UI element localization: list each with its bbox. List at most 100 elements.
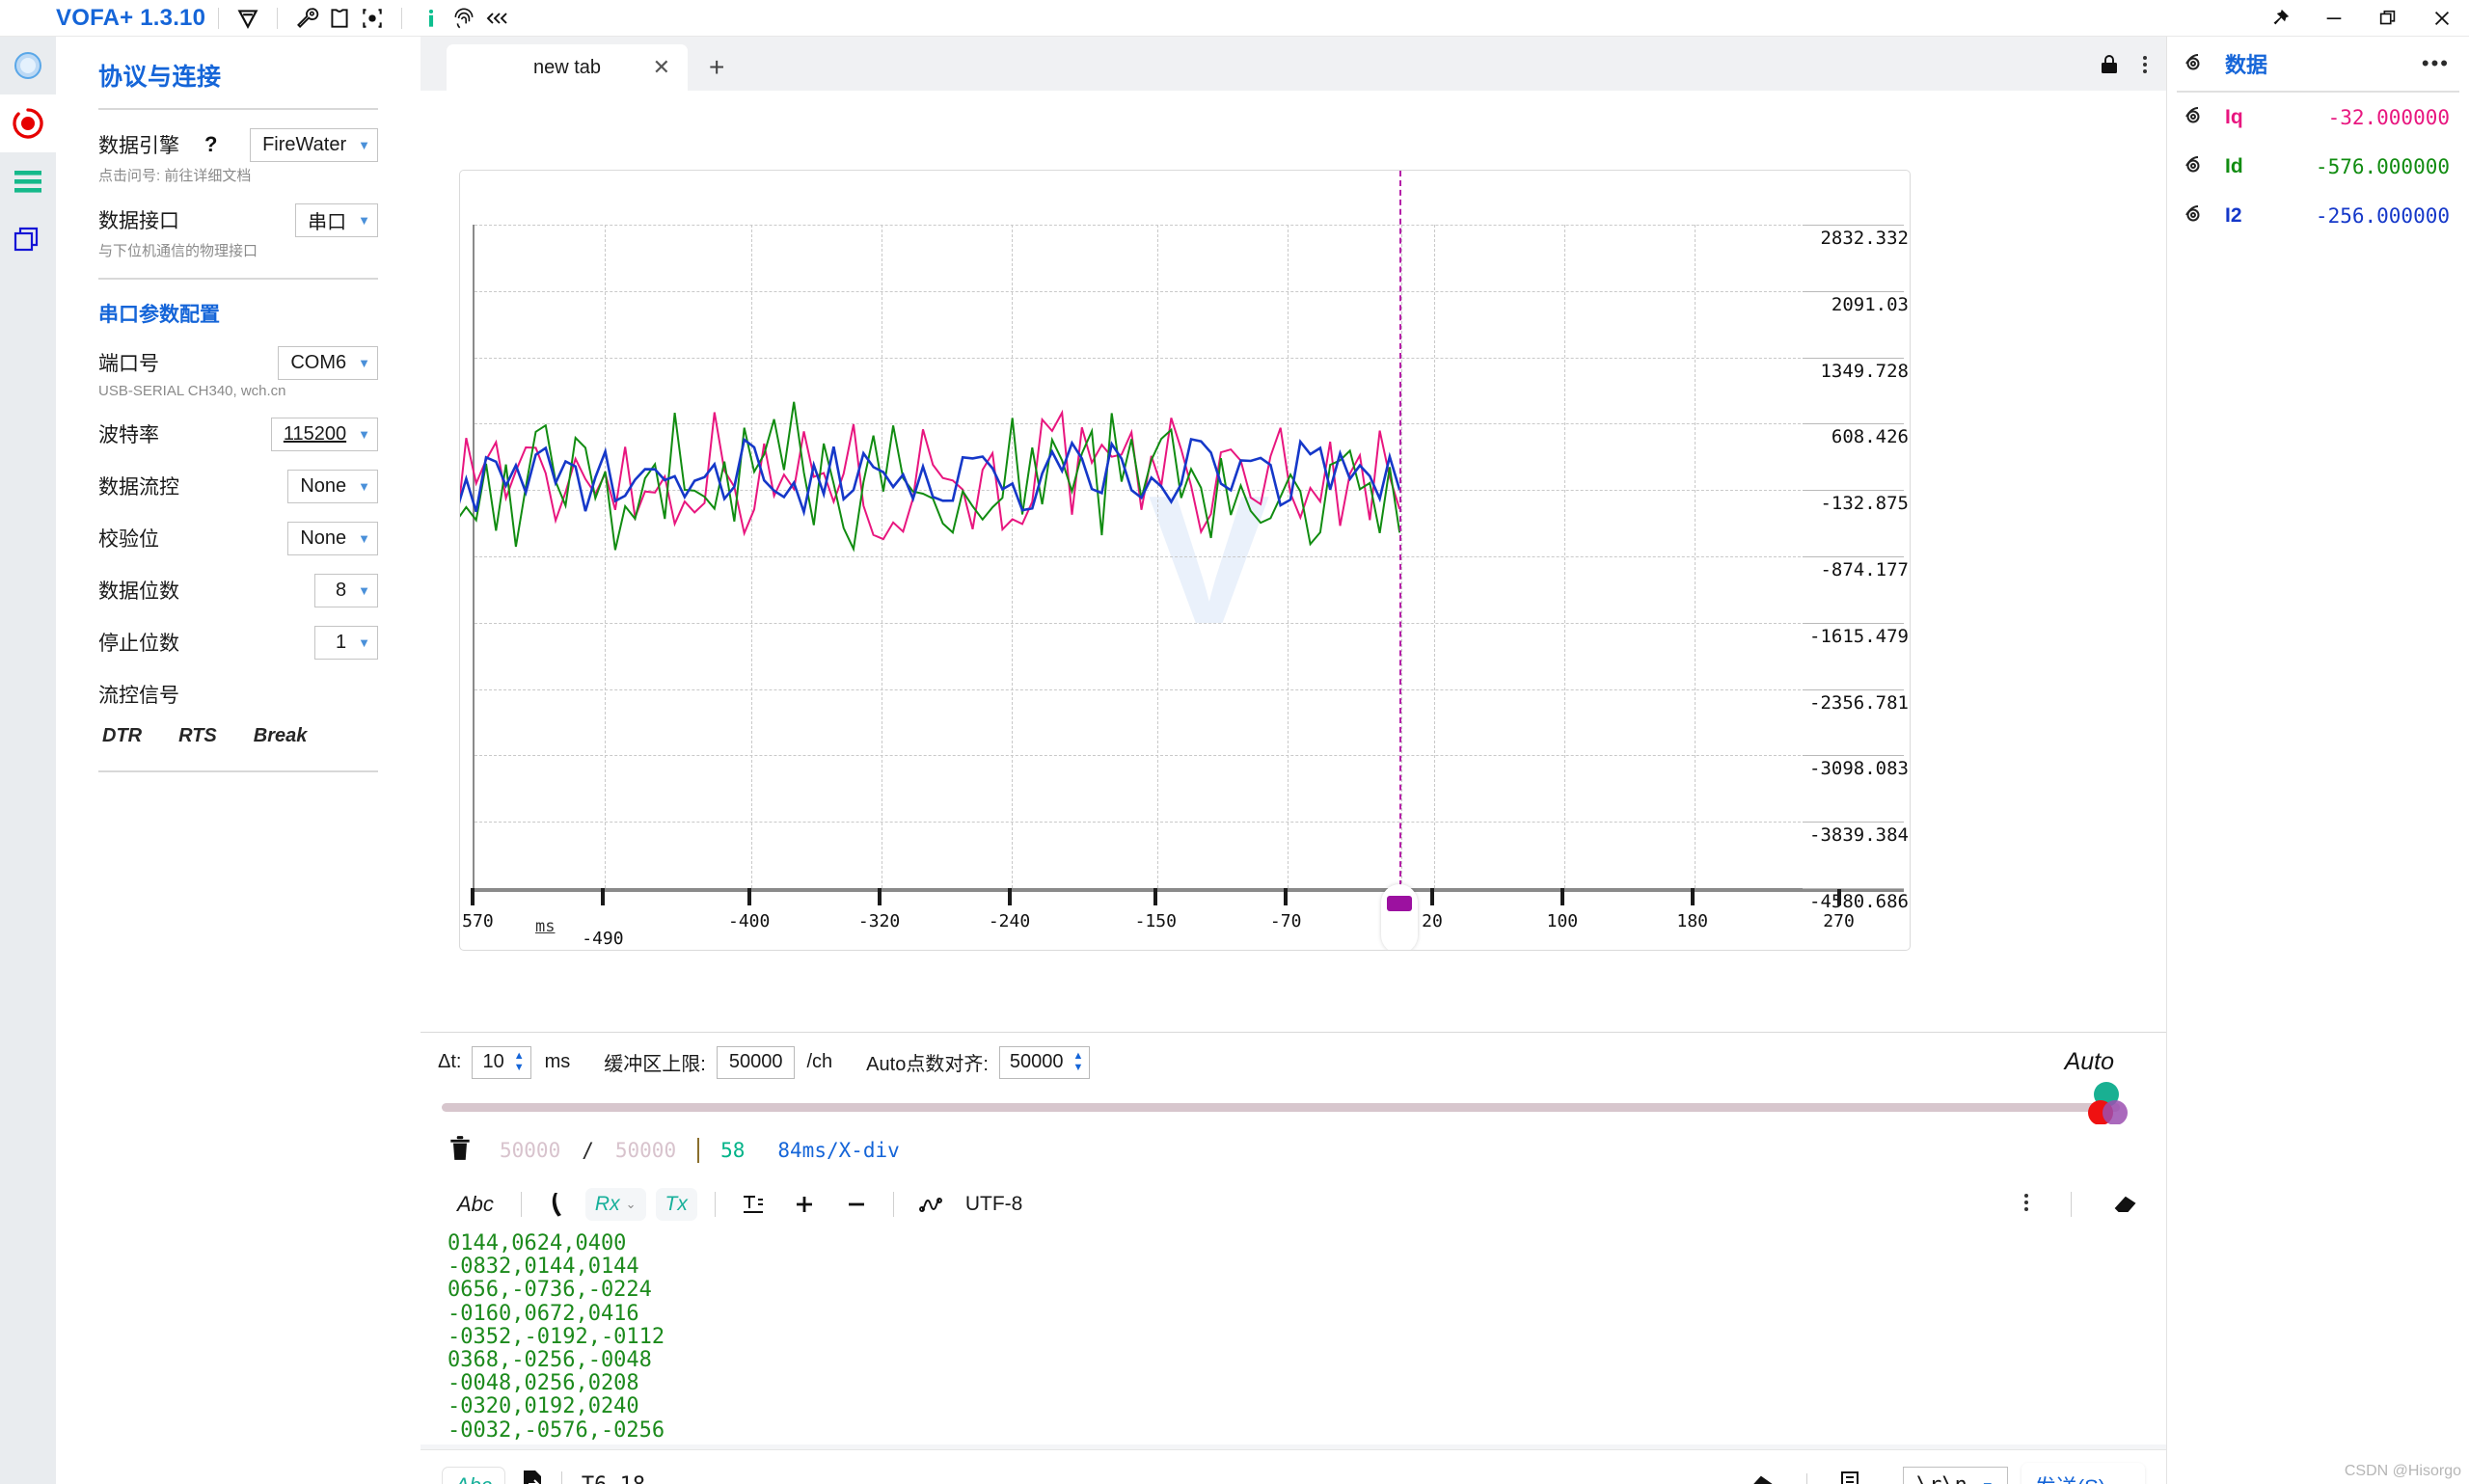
zoom-in-button[interactable] <box>785 1188 824 1221</box>
lock-icon[interactable] <box>2099 53 2120 81</box>
rts-button[interactable]: RTS <box>175 723 221 749</box>
minimize-icon[interactable] <box>2307 0 2361 37</box>
status-led-icon[interactable] <box>0 37 56 94</box>
y-gridline-dashed <box>475 423 1801 425</box>
eraser-icon[interactable] <box>2112 1190 2139 1220</box>
wave-icon[interactable] <box>911 1188 954 1221</box>
divider <box>2071 1192 2072 1217</box>
y-tick-label: -132.875 <box>1820 493 1909 515</box>
more-horizontal-icon[interactable]: ••• <box>2422 51 2450 76</box>
eraser-icon[interactable] <box>1747 1470 1776 1484</box>
break-button[interactable]: Break <box>250 723 312 749</box>
zoom-out-button[interactable] <box>837 1188 876 1221</box>
rx-chip[interactable]: Rx ⌄ <box>584 1188 646 1221</box>
eye-icon[interactable] <box>2184 154 2211 178</box>
data-interface-select[interactable]: 串口 ▼ <box>295 202 378 237</box>
stepper-arrows-icon[interactable]: ▲ ▼ <box>1073 1050 1090 1073</box>
data-engine-help-icon[interactable]: ? <box>204 132 217 157</box>
cursor-line[interactable] <box>1399 171 1402 896</box>
tx-chip[interactable]: Tx <box>655 1188 697 1221</box>
more-vertical-icon[interactable] <box>2141 53 2149 81</box>
input-format-button[interactable]: Abc <box>442 1466 505 1484</box>
eye-icon[interactable] <box>2184 203 2211 228</box>
trash-icon[interactable] <box>448 1135 473 1167</box>
data-panel-title: 数据 <box>2225 53 2268 77</box>
field-port: 端口号 COM6 ▼ <box>98 345 378 380</box>
auto-label[interactable]: Auto <box>2065 1048 2143 1076</box>
y-gridline-dashed <box>475 490 1801 492</box>
buffer-input[interactable]: 50000 <box>716 1045 796 1079</box>
cursor-handle[interactable] <box>1381 884 1419 950</box>
send-button[interactable]: 发送(S) ⌄ <box>2021 1462 2145 1484</box>
send-input[interactable]: T6.18 <box>578 1473 1747 1484</box>
series-dot-purple[interactable] <box>2103 1100 2128 1125</box>
source-watermark: CSDN @Hisorgo <box>2344 1463 2461 1479</box>
phone-icon[interactable] <box>539 1186 574 1223</box>
y-axis-ticks: 2832.332 2091.03 1349.728 608.426 -132.875 -8… <box>1809 225 1910 912</box>
info-icon[interactable] <box>415 4 448 33</box>
close-icon[interactable]: ✕ <box>653 57 670 78</box>
y-gridline-dashed <box>475 822 1801 823</box>
dt-stepper[interactable]: 10 ▲ ▼ <box>472 1045 531 1079</box>
divider <box>277 7 279 29</box>
y-gridline-dashed <box>475 556 1801 557</box>
flow-signals-row: 流控信号 <box>98 677 378 712</box>
pin-icon[interactable] <box>2253 0 2307 37</box>
port-select[interactable]: COM6 ▼ <box>278 345 378 380</box>
databits-select[interactable]: 8 ▼ <box>314 573 378 607</box>
restore-icon[interactable] <box>2361 0 2415 37</box>
data-engine-hint: 点击问号: 前往详细文档 <box>98 168 252 184</box>
newline-select[interactable]: \r\n ▼ <box>1902 1466 2008 1484</box>
encoding-label[interactable]: UTF-8 <box>965 1193 1023 1216</box>
baud-select[interactable]: 115200 ▼ <box>270 417 378 451</box>
stepper-arrows-icon[interactable]: ▲ ▼ <box>514 1050 530 1073</box>
terminal-log[interactable]: 0144,0624,0400 -0832,0144,0144 0656,-0736,… <box>421 1227 2166 1444</box>
cursor-grip[interactable] <box>1387 896 1413 911</box>
fingerprint-icon[interactable] <box>448 4 480 33</box>
parity-select[interactable]: None ▼ <box>287 521 378 555</box>
buffer-label: 缓冲区上限: <box>604 1054 706 1075</box>
data-row[interactable]: Id -576.000000 <box>2167 142 2469 191</box>
x-gridline-dashed <box>1157 225 1159 888</box>
chevron-down-icon[interactable]: ⌄ <box>2121 1478 2131 1484</box>
databits-label: 数据位数 <box>98 580 179 603</box>
align-stepper[interactable]: 50000 ▲ ▼ <box>998 1045 1091 1079</box>
eye-icon[interactable] <box>2184 105 2211 129</box>
windows-stack-icon[interactable] <box>0 210 56 268</box>
shirt-icon[interactable] <box>323 4 356 33</box>
y-gridline <box>1803 755 1904 757</box>
align-value[interactable]: 50000 <box>1000 1051 1073 1073</box>
dtr-button[interactable]: DTR <box>98 723 146 749</box>
y-tick-label: -1615.479 <box>1809 625 1909 647</box>
log-line: -0832,0144,0144 <box>448 1255 639 1280</box>
abc-format-button[interactable]: Abc <box>448 1188 503 1221</box>
menu-lines-icon[interactable] <box>0 152 56 210</box>
parity-label: 校验位 <box>98 528 159 551</box>
timeline-slider[interactable] <box>421 1082 2166 1125</box>
tab-new-tab[interactable]: new tab ✕ <box>447 44 688 91</box>
dt-value[interactable]: 10 <box>473 1051 513 1073</box>
send-controls: ⌄ \r\n ▼ 发送(S) ⌄ <box>1747 1462 2145 1484</box>
data-row[interactable]: Iq -32.000000 <box>2167 93 2469 142</box>
close-icon[interactable] <box>2415 0 2469 37</box>
logo-v-icon[interactable] <box>231 4 264 33</box>
text-format-icon[interactable] <box>733 1187 773 1222</box>
data-row[interactable]: I2 -256.000000 <box>2167 191 2469 240</box>
eye-icon[interactable] <box>2184 52 2211 76</box>
slider-track[interactable] <box>442 1103 2120 1112</box>
stopbits-select[interactable]: 1 ▼ <box>314 625 378 660</box>
add-tab-button[interactable]: + <box>709 54 724 81</box>
y-gridline-dashed <box>475 688 1801 690</box>
record-icon[interactable] <box>0 94 56 152</box>
target-icon[interactable] <box>356 4 389 33</box>
more-vertical-icon[interactable] <box>2022 1191 2030 1219</box>
plot-card[interactable]: V 2832.332 2091.03 1349.728 608.426 -132.875… <box>459 170 1911 951</box>
wrench-icon[interactable] <box>290 4 323 33</box>
chevron-down-icon[interactable]: ⌄ <box>1877 1477 1889 1484</box>
divider <box>697 1138 700 1163</box>
send-file-icon[interactable] <box>519 1469 546 1484</box>
flow-control-select[interactable]: None ▼ <box>287 469 378 503</box>
data-engine-select[interactable]: FireWater ▼ <box>250 127 378 162</box>
document-icon[interactable] <box>1838 1470 1863 1484</box>
collapse-left-icon[interactable] <box>480 4 513 33</box>
